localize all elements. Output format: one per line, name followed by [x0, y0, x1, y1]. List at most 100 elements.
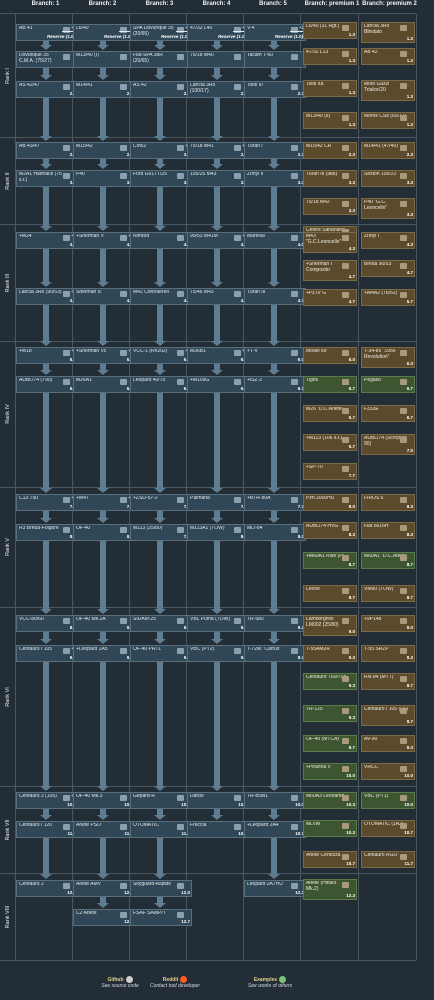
premium-vehicle-card[interactable]: Fiat 6616H 8.3	[361, 522, 415, 539]
vehicle-card[interactable]: OF-40 PRTL9.3	[130, 645, 192, 662]
vehicle-card[interactable]: Gepard-R 10.0	[130, 792, 192, 809]
premium-vehicle-card[interactable]: AV-90 9.3	[361, 735, 415, 752]
premium-vehicle-card[interactable]: +Sherman I Composito 4.7	[303, 260, 357, 281]
vehicle-card[interactable]: L6/40 Reserve (1.0)	[73, 24, 135, 41]
premium-vehicle-card[interactable]: +Pz.IV G 4.7	[303, 289, 357, 306]
vehicle-card[interactable]: M26A16.7	[73, 376, 135, 393]
vehicle-card[interactable]: M14/412.7	[73, 81, 135, 98]
premium-vehicle-card[interactable]: Breda 90/53 4.7	[361, 260, 415, 277]
premium-vehicle-card[interactable]: P40 "G.C. Leoncello" 3.3	[361, 198, 415, 219]
premium-vehicle-card[interactable]: Model 89 6.0	[303, 347, 357, 364]
premium-vehicle-card[interactable]: Lancia 3Ro Blindato 1.3	[361, 22, 415, 43]
vehicle-card[interactable]: Toldi III 2.7	[244, 81, 306, 98]
premium-vehicle-card[interactable]: M13/40 (II) 1.3	[303, 112, 357, 129]
premium-vehicle-card[interactable]: Pegaso 6.7	[361, 376, 415, 393]
premium-vehicle-card[interactable]: M26 "D.C Ariete" 6.7	[303, 405, 357, 422]
vehicle-card[interactable]: +M24+24.0	[16, 232, 78, 249]
premium-vehicle-card[interactable]: AUBL/74 (Scorpion 90) 7.0	[361, 434, 415, 455]
premium-vehicle-card[interactable]: VBC (PT1) 10.0	[361, 792, 415, 809]
vehicle-card[interactable]: MLI-84 8.0	[244, 524, 306, 541]
vehicle-card[interactable]: +Leopard 2A4 10.7	[244, 821, 306, 838]
vehicle-card[interactable]: 75/46 M434.7	[187, 288, 249, 305]
vehicle-card[interactable]: CM52+13.3	[130, 142, 192, 159]
vehicle-card[interactable]: OF-408.0	[73, 524, 135, 541]
premium-vehicle-card[interactable]: +M60A1 Rise (P) 8.7	[303, 552, 357, 569]
premium-vehicle-card[interactable]: Pzh 2000HU 8.0	[303, 494, 357, 511]
vehicle-card[interactable]: +M47+27.7	[73, 494, 135, 511]
vehicle-card[interactable]: +M109G6.7	[187, 376, 249, 393]
premium-vehicle-card[interactable]: Morris CS8 (65/17) 1.3	[361, 112, 415, 129]
vehicle-card[interactable]: Ariete PSO 11.3	[73, 821, 135, 838]
vehicle-card[interactable]: Maresal 4.0	[244, 232, 306, 249]
vehicle-card[interactable]: Freccia 10.7	[187, 821, 249, 838]
premium-vehicle-card[interactable]: Toldi IIa 1.3	[303, 80, 357, 97]
premium-vehicle-card[interactable]: Zrinyi I 4.3	[361, 232, 415, 249]
vehicle-card[interactable]: 47/32 L40+2Reserve (1.0)	[187, 24, 249, 41]
premium-vehicle-card[interactable]: M15/42 CR 2.3	[303, 142, 357, 159]
vehicle-card[interactable]: Nimrod4.0	[130, 232, 192, 249]
vehicle-card[interactable]: M113 (25/80)7.3	[130, 524, 192, 541]
vehicle-card[interactable]: V-4 +2 Reserve (1.0)	[244, 24, 306, 41]
vehicle-card[interactable]: M36B1+16.0	[187, 347, 249, 364]
vehicle-card[interactable]: Dardo 10.0	[187, 792, 249, 809]
vehicle-card[interactable]: Lancia 3Ro (100/17)2.7	[187, 81, 249, 98]
vehicle-card[interactable]: AS 42/472.7	[16, 81, 78, 98]
vehicle-card[interactable]: M2A1 Halftrack (75 s.r.)3.3	[16, 170, 78, 187]
premium-vehicle-card[interactable]: Moto Guzzi Trialce/20 1.3	[361, 80, 415, 101]
vehicle-card[interactable]: 75/18 M40	[187, 51, 249, 68]
premium-vehicle-card[interactable]: VRCC 10.0	[361, 763, 415, 780]
vehicle-card[interactable]: Sherman Ic4.7	[73, 288, 135, 305]
premium-vehicle-card[interactable]: Turan III (late) 3.3	[303, 170, 357, 187]
vehicle-card[interactable]: SPA Dovunque 35 (20/65)+2Reserve (1.0)	[130, 24, 192, 41]
vehicle-card[interactable]: R3 Breda-Folgore8.0	[16, 524, 78, 541]
vehicle-card[interactable]: 75/18 M41+22.3	[187, 142, 249, 159]
vehicle-card[interactable]: AB 41+2Reserve (1.0)	[16, 24, 78, 41]
premium-vehicle-card[interactable]: OTOMATIC (1A2) 10.7	[361, 820, 415, 837]
premium-vehicle-card[interactable]: T-55AM2R 9.3	[303, 645, 357, 662]
vehicle-card[interactable]: Turan I 2.3	[244, 142, 306, 159]
premium-vehicle-card[interactable]: T-55 SRZP 9.3	[361, 645, 415, 662]
premium-vehicle-card[interactable]: 47/32 L13 1.3	[303, 48, 357, 65]
vehicle-card[interactable]: +Sherman V+24.0	[73, 232, 135, 249]
premium-vehicle-card[interactable]: Ariete Certezza 10.7	[303, 851, 357, 868]
vehicle-card[interactable]: C2 Ariete 12.7	[73, 909, 135, 926]
premium-vehicle-card[interactable]: Centauro RGO 11.7	[361, 851, 415, 868]
premium-vehicle-card[interactable]: Tigris 6.7	[303, 376, 357, 393]
vehicle-card[interactable]: TR-85M1 10.0	[244, 792, 306, 809]
vehicle-card[interactable]: Ford G917T/253.3	[130, 170, 192, 187]
vehicle-card[interactable]: +BTR-80A 7.7	[244, 494, 306, 511]
vehicle-card[interactable]: FSAF SAMP/T 12.7	[130, 909, 192, 926]
vehicle-card[interactable]: AB 43/472.3	[16, 142, 78, 159]
vehicle-card[interactable]: M15/422.3	[73, 142, 135, 159]
vehicle-card[interactable]: Zrinyi II 3.3	[244, 170, 306, 187]
premium-vehicle-card[interactable]: TR-125 9.3	[303, 705, 357, 722]
vehicle-card[interactable]: VBL Puma (TOW)9.0	[187, 615, 249, 632]
premium-vehicle-card[interactable]: +M113 (106 s.r.) 6.7	[303, 434, 357, 451]
vehicle-card[interactable]: 90/53 M41M+24.3	[187, 232, 249, 249]
vehicle-card[interactable]: +M18+16.0	[16, 347, 78, 364]
vehicle-card[interactable]: Leopard 40/706.7	[130, 376, 192, 393]
premium-vehicle-card[interactable]: M60A1 "D.C.Ariete" 8.7	[361, 552, 415, 569]
vehicle-card[interactable]: Centauro 2 12.0	[16, 880, 78, 897]
premium-vehicle-card[interactable]: F333E 6.7	[361, 405, 415, 422]
vehicle-card[interactable]: VBC (PT2)9.7	[187, 645, 249, 662]
premium-vehicle-card[interactable]: AB 42 1.3	[361, 48, 415, 65]
vehicle-card[interactable]: Leopard 2A7HU 12.3	[244, 880, 306, 897]
premium-vehicle-card[interactable]: +M4A2 (76/52) 5.7	[361, 289, 415, 306]
premium-vehicle-card[interactable]: VM90 (TOW) 8.7	[361, 585, 415, 602]
premium-vehicle-card[interactable]: L6/40 (31 Rgt.) 1.3	[303, 22, 357, 39]
premium-vehicle-card[interactable]: RN-94 (MTT) 8.7	[361, 673, 415, 690]
vehicle-card[interactable]: Skyguard-Aspide 12.0	[130, 880, 192, 897]
vehicle-card[interactable]: T-72M "Carrus" 9.7	[244, 645, 306, 662]
vehicle-card[interactable]: TR-580 9.3	[244, 615, 306, 632]
premium-vehicle-card[interactable]: Centauro T60/70A 9.3	[303, 673, 357, 690]
vehicle-card[interactable]: P403.3	[73, 170, 135, 187]
premium-vehicle-card[interactable]: M60A3 Leonardo 10.3	[303, 792, 357, 809]
premium-vehicle-card[interactable]: Leone 8.7	[303, 585, 357, 602]
vehicle-card[interactable]: Centauro 2 (105)+110.0	[16, 792, 78, 809]
vehicle-card[interactable]: M13/40 (I)	[73, 51, 135, 68]
vehicle-card[interactable]: Fiat-SPA 38R (20/65)	[130, 51, 192, 68]
premium-vehicle-card[interactable]: +SP-70 7.7	[303, 463, 357, 480]
vehicle-card[interactable]: VCC-80/608.3	[16, 615, 78, 632]
vehicle-card[interactable]: Dovunque 35 C.M.A. (75/27)	[16, 51, 78, 68]
